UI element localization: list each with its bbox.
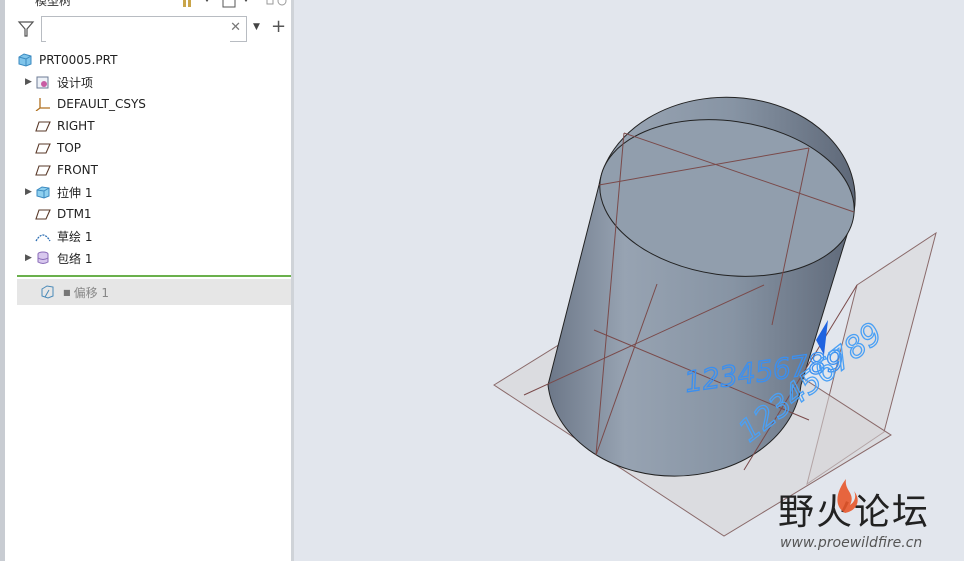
search-input[interactable]: [46, 18, 230, 42]
extrude-icon: [36, 186, 50, 199]
part-icon: [18, 53, 32, 67]
insert-here-divider: [17, 275, 291, 277]
model-tree-panel: 模型树 ✕ ▼ + PRT0005.PRT ▶ 设计项 DEFAULT_CSYS…: [0, 0, 291, 561]
datum-plane-icon: [35, 143, 51, 154]
tree-item-offset[interactable]: ■ 偏移 1: [17, 279, 291, 305]
expand-icon[interactable]: ▶: [25, 253, 35, 263]
tree-item-front[interactable]: FRONT: [35, 159, 98, 181]
tree-item-csys[interactable]: DEFAULT_CSYS: [35, 93, 146, 115]
graphics-viewport[interactable]: 123456789 123456789 野火论坛 www.proewildfir…: [294, 0, 964, 561]
tree-item-label: DTM1: [57, 207, 92, 221]
design-items-icon: [36, 76, 49, 89]
filter-icon[interactable]: [17, 20, 35, 38]
expand-icon[interactable]: ▶: [25, 187, 35, 197]
offset-icon: [41, 285, 54, 299]
tree-item-label: 偏移 1: [73, 285, 110, 300]
datum-plane-icon: [35, 165, 51, 176]
tree-item-wrap[interactable]: ▶ 包络 1: [25, 247, 92, 269]
tree-item-top[interactable]: TOP: [35, 137, 81, 159]
csys-icon: [35, 98, 50, 111]
tree-item-label: 草绘 1: [57, 229, 93, 244]
wrap-icon: [37, 251, 49, 264]
add-icon[interactable]: +: [271, 16, 286, 37]
show-icon[interactable]: [265, 0, 291, 8]
tree-root[interactable]: PRT0005.PRT: [17, 49, 117, 71]
tree-item-extrude[interactable]: ▶ 拉伸 1: [25, 181, 92, 203]
datum-plane-icon: [35, 121, 51, 132]
watermark-logo: 野火论坛 www.proewildfire.cn: [778, 479, 958, 555]
expand-icon[interactable]: ▶: [25, 77, 35, 87]
tree-item-label: DEFAULT_CSYS: [57, 97, 146, 111]
chevron-down-icon[interactable]: ▼: [253, 22, 260, 32]
tree-root-label: PRT0005.PRT: [39, 53, 118, 67]
watermark-url: www.proewildfire.cn: [780, 535, 923, 551]
model-view[interactable]: 123456789 123456789: [294, 0, 964, 561]
tree-item-label: 拉伸 1: [57, 185, 93, 200]
insert-marker-icon: ■: [63, 287, 71, 297]
search-field[interactable]: ✕: [41, 16, 247, 42]
tree-item-label: 包络 1: [57, 251, 93, 266]
sketch-icon: [35, 234, 51, 242]
tree-settings-icon[interactable]: [181, 0, 251, 8]
tree-item-label: FRONT: [57, 163, 98, 177]
panel-title: 模型树: [35, 0, 72, 8]
tree-item-label: RIGHT: [57, 119, 95, 133]
tree-item-label: TOP: [57, 141, 82, 155]
datum-plane-icon: [35, 209, 51, 220]
clear-icon[interactable]: ✕: [230, 20, 241, 35]
tree-item-sketch[interactable]: 草绘 1: [35, 225, 92, 247]
tree-item-design-items[interactable]: ▶ 设计项: [25, 71, 93, 93]
flame-icon: [837, 479, 858, 513]
tree-item-right[interactable]: RIGHT: [35, 115, 95, 137]
tree-item-label: 设计项: [57, 75, 94, 90]
tree-item-dtm1[interactable]: DTM1: [35, 203, 92, 225]
